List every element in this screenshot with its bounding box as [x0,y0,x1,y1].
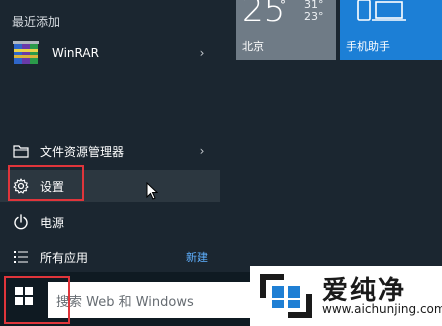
search-input[interactable]: 搜索 Web 和 Windows [48,282,252,318]
phone-assistant-tile[interactable]: 手机助手 [340,0,442,60]
watermark-url: www.aichunjing.com [322,302,442,316]
weather-temperature: 25 [242,0,286,30]
menu-item-all-apps[interactable]: 所有应用 新建 [0,246,220,268]
settings-highlight-frame [8,165,84,201]
menu-item-label: 文件资源管理器 [40,144,125,159]
menu-item-label: 所有应用 [40,250,89,265]
folder-icon [12,142,30,160]
weather-degree-symbol: ° [280,0,286,12]
recently-added-title: 最近添加 [12,15,61,29]
chevron-right-icon[interactable]: › [194,144,210,158]
menu-item-label: 电源 [40,215,65,230]
weather-low: 23° [304,10,324,23]
watermark: 爱纯净 www.aichunjing.com [250,266,442,326]
recent-item-label: WinRAR [52,46,99,60]
menu-item-file-explorer[interactable]: 文件资源管理器 › [0,140,220,162]
phone-laptop-icon [356,0,412,28]
winrar-icon [12,39,40,67]
menu-item-power[interactable]: 电源 [0,210,220,234]
power-icon [12,213,30,231]
list-icon [12,248,30,266]
weather-tile[interactable]: 25 ° 31° 23° 北京 [236,0,336,60]
chevron-right-icon[interactable]: › [194,46,210,60]
start-highlight-frame [4,276,70,324]
mouse-cursor-icon [146,181,159,204]
phone-assistant-label: 手机助手 [346,40,390,53]
recent-item-winrar[interactable]: WinRAR › [0,38,220,68]
screen: 最近添加 WinRAR › 文件资源管理器 › 设置 电源 所有应用 新建 25… [0,0,442,326]
start-menu-left-pane: 最近添加 WinRAR › 文件资源管理器 › 设置 电源 所有应用 新建 [0,0,230,272]
watermark-logo-icon [256,270,316,326]
weather-city-label: 北京 [242,40,264,53]
new-badge: 新建 [186,251,208,264]
